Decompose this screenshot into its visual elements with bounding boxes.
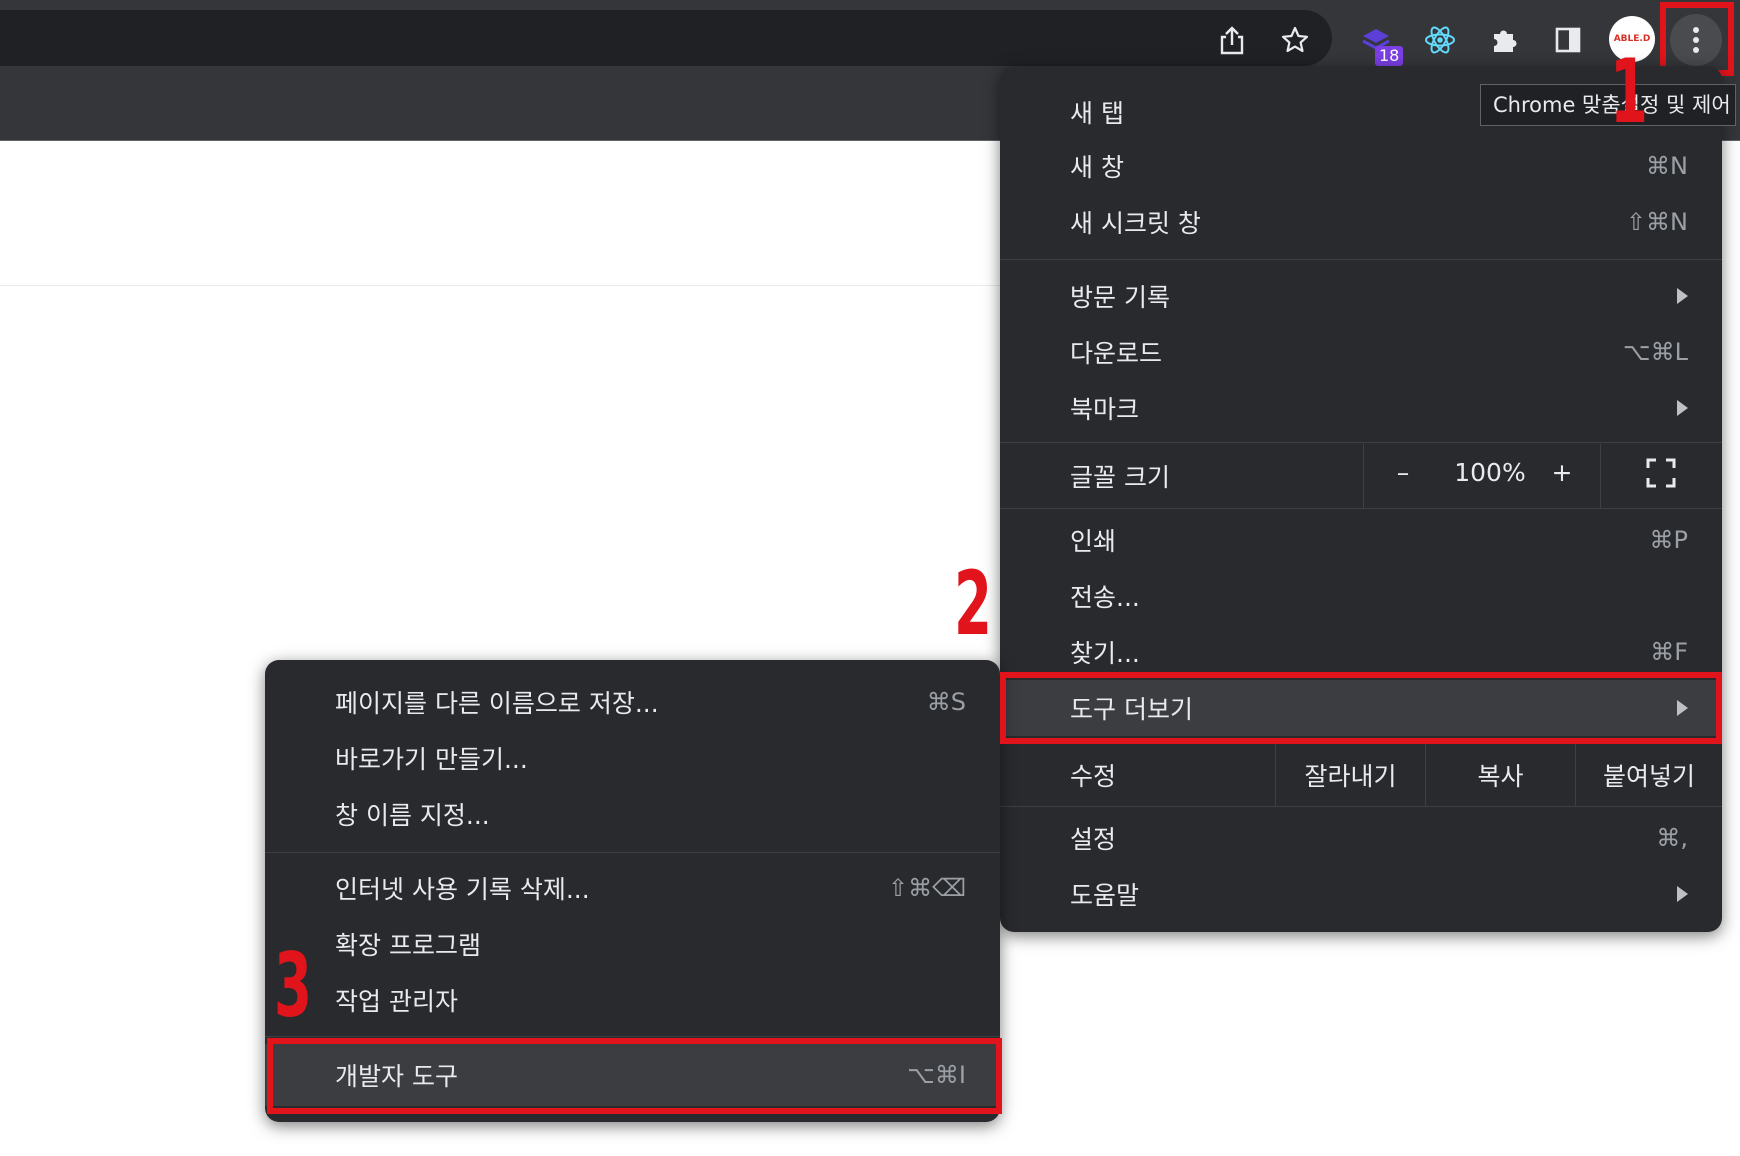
- menu-item-cast[interactable]: 전송...: [1000, 568, 1722, 624]
- menu-item-print[interactable]: 인쇄 ⌘P: [1000, 512, 1722, 568]
- cut-button[interactable]: 잘라내기: [1276, 757, 1425, 793]
- react-devtools-icon[interactable]: [1414, 14, 1466, 66]
- step-2-annotation: 2: [954, 552, 992, 655]
- shortcut-label: ⌘S: [926, 688, 966, 716]
- submenu-item-extensions[interactable]: 확장 프로그램: [265, 916, 1000, 972]
- submenu-item-name-window[interactable]: 창 이름 지정...: [265, 786, 1000, 842]
- submenu-arrow-icon: [1677, 886, 1688, 902]
- highlight-more-tools: [1000, 672, 1722, 744]
- paste-button[interactable]: 붙여넣기: [1576, 757, 1722, 793]
- shortcut-label: ⌘F: [1650, 638, 1688, 666]
- submenu-arrow-icon: [1677, 400, 1688, 416]
- side-panel-icon[interactable]: [1542, 14, 1594, 66]
- submenu-arrow-icon: [1677, 288, 1688, 304]
- copy-button[interactable]: 복사: [1426, 757, 1575, 793]
- highlight-menu-button: [1660, 2, 1734, 76]
- menu-item-history[interactable]: 방문 기록: [1000, 268, 1722, 324]
- zoom-in-button[interactable]: +: [1542, 458, 1582, 487]
- menu-separator: [265, 852, 1000, 853]
- fullscreen-icon[interactable]: [1646, 458, 1676, 488]
- menu-item-bookmarks[interactable]: 북마크: [1000, 380, 1722, 436]
- menu-item-new-window[interactable]: 새 창 ⌘N: [1000, 138, 1722, 194]
- menu-item-new-incognito-window[interactable]: 새 시크릿 창 ⇧⌘N: [1000, 194, 1722, 250]
- edit-label: 수정: [1070, 762, 1117, 791]
- zoom-label: 글꼴 크기: [1070, 463, 1170, 492]
- submenu-item-clear-browsing-data[interactable]: 인터넷 사용 기록 삭제... ⇧⌘⌫: [265, 860, 1000, 916]
- bookmark-star-icon[interactable]: [1269, 14, 1321, 66]
- zoom-out-button[interactable]: –: [1383, 458, 1423, 487]
- zoom-divider: [1363, 444, 1364, 508]
- shortcut-label: ⌘,: [1656, 824, 1688, 852]
- page-divider: [0, 285, 1000, 286]
- menu-separator: [1000, 508, 1722, 509]
- menu-separator: [1000, 259, 1722, 260]
- menu-separator: [1000, 806, 1722, 807]
- share-icon[interactable]: [1206, 14, 1258, 66]
- shortcut-label: ⇧⌘N: [1625, 208, 1688, 236]
- chrome-main-menu: 새 탭 새 창 ⌘N 새 시크릿 창 ⇧⌘N 방문 기록 다운로드 ⌥⌘L 북마…: [1000, 66, 1722, 932]
- menu-item-help[interactable]: 도움말: [1000, 866, 1722, 922]
- zoom-row: 글꼴 크기: [1000, 444, 1722, 508]
- menu-item-settings[interactable]: 설정 ⌘,: [1000, 810, 1722, 866]
- shortcut-label: ⌘P: [1649, 526, 1688, 554]
- submenu-item-create-shortcut[interactable]: 바로가기 만들기...: [265, 730, 1000, 786]
- shortcut-label: ⌘N: [1646, 152, 1688, 180]
- extension-badge: 18: [1375, 46, 1404, 66]
- shortcut-label: ⇧⌘⌫: [887, 874, 966, 902]
- step-3-annotation: 3: [274, 934, 312, 1037]
- menu-separator: [1000, 442, 1722, 443]
- address-bar[interactable]: [0, 10, 1332, 66]
- extensions-puzzle-icon[interactable]: [1478, 14, 1530, 66]
- zoom-divider: [1600, 444, 1601, 508]
- menu-separator: [265, 1036, 1000, 1037]
- submenu-item-task-manager[interactable]: 작업 관리자: [265, 972, 1000, 1028]
- menu-button-tooltip: Chrome 맞춤설정 및 제어: [1480, 84, 1736, 126]
- shortcut-label: ⌥⌘L: [1622, 338, 1688, 366]
- submenu-item-save-page-as[interactable]: 페이지를 다른 이름으로 저장... ⌘S: [265, 674, 1000, 730]
- zoom-value: 100%: [1454, 458, 1526, 487]
- step-1-annotation: 1: [1610, 40, 1648, 143]
- menu-item-downloads[interactable]: 다운로드 ⌥⌘L: [1000, 324, 1722, 380]
- highlight-developer-tools: [267, 1038, 1002, 1114]
